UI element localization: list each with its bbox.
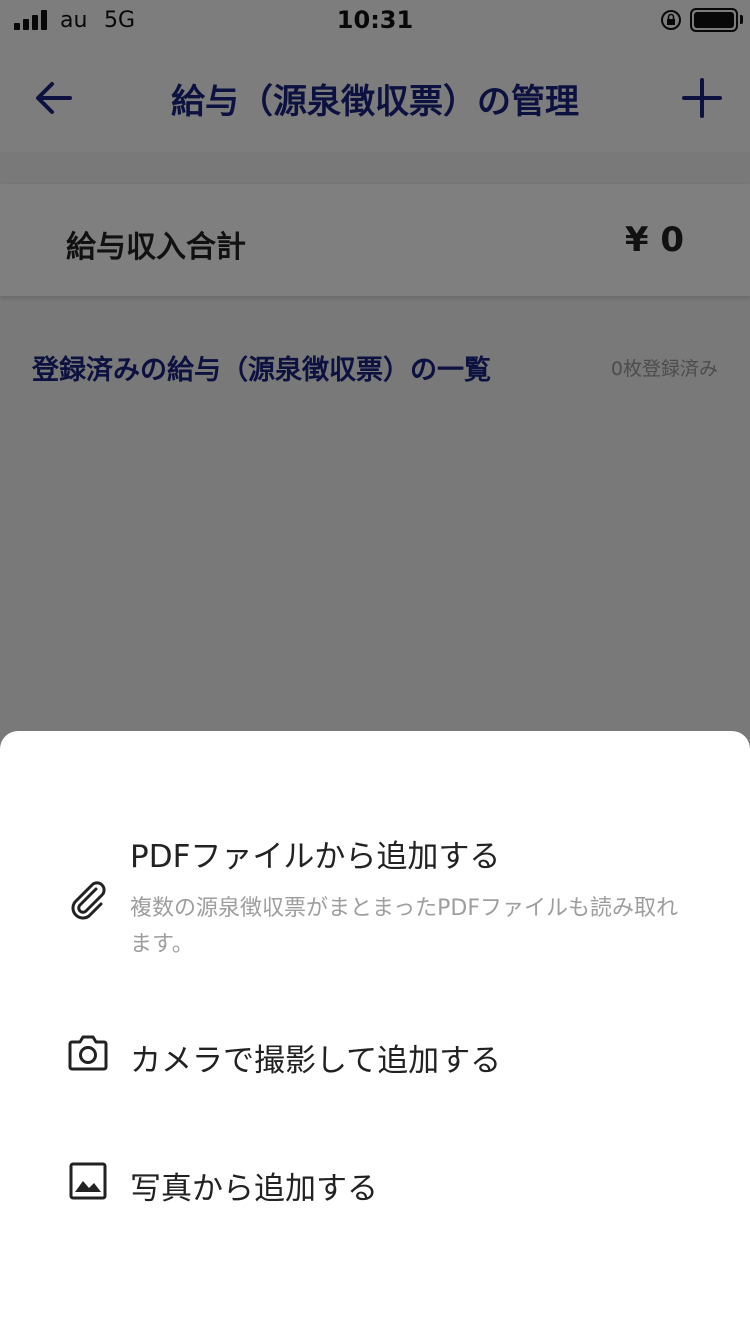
- option-label: PDFファイルから追加する: [130, 839, 501, 875]
- add-from-pdf-option[interactable]: PDFファイルから追加する 複数の源泉徴収票がまとまったPDFファイルも読み取れ…: [0, 821, 750, 971]
- paperclip-icon: [71, 881, 106, 920]
- camera-icon: [68, 1035, 108, 1071]
- option-label: 写真から追加する: [130, 1171, 378, 1207]
- option-label: カメラで撮影して追加する: [130, 1043, 502, 1079]
- add-from-photos-option[interactable]: 写真から追加する: [0, 1151, 750, 1231]
- add-from-camera-option[interactable]: カメラで撮影して追加する: [0, 1021, 750, 1101]
- option-description: 複数の源泉徴収票がまとまったPDFファイルも読み取れます。: [130, 896, 678, 957]
- image-icon: [69, 1162, 107, 1200]
- add-options-sheet: PDFファイルから追加する 複数の源泉徴収票がまとまったPDFファイルも読み取れ…: [0, 731, 750, 1334]
